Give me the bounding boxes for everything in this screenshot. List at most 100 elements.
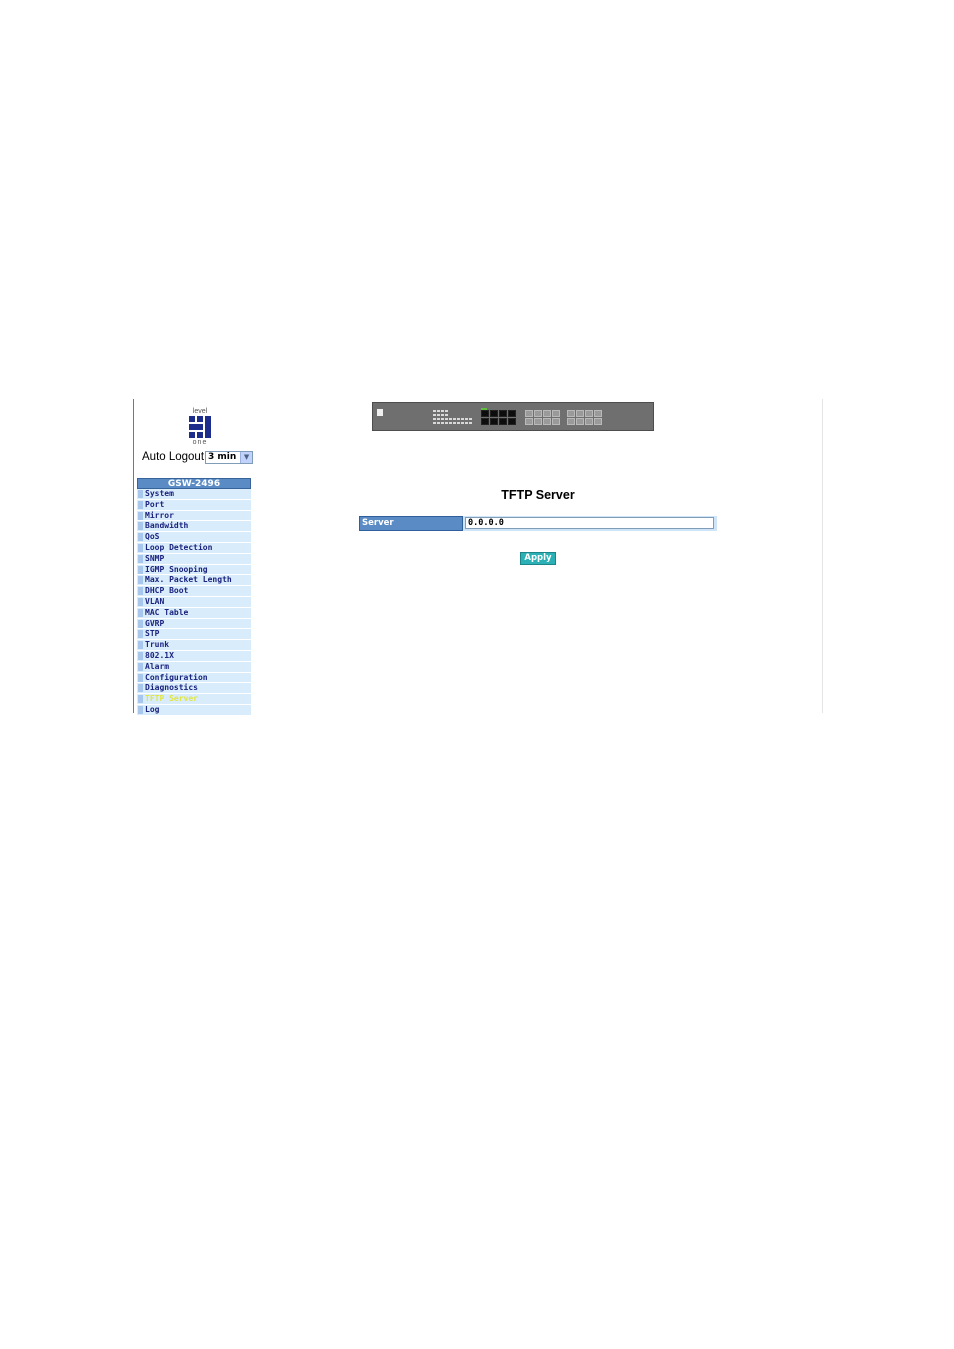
sidebar-item-max-packet-length[interactable]: Max. Packet Length: [137, 575, 251, 587]
port-icon: [508, 410, 516, 417]
server-row: Server 0.0.0.0: [359, 516, 717, 531]
frame-right-border: [822, 399, 823, 713]
menu-bullet-icon: [138, 608, 143, 617]
server-label: Server: [359, 516, 463, 531]
sidebar-item-label: QoS: [145, 532, 160, 542]
menu-bullet-icon: [138, 662, 143, 671]
chevron-down-icon[interactable]: ▼: [240, 451, 253, 463]
server-cell: 0.0.0.0: [463, 516, 717, 531]
device-logo-icon: [377, 409, 383, 416]
sidebar-item-label: Diagnostics: [145, 683, 198, 693]
sidebar-item-label: Port: [145, 499, 165, 509]
sidebar-item-alarm[interactable]: Alarm: [137, 661, 251, 673]
port-icon: [534, 418, 542, 425]
port-icon: [481, 418, 489, 425]
port-icon: [543, 410, 551, 417]
sidebar-menu: GSW-2496 System Port Mirror Bandwidth QoS Loo…: [137, 478, 251, 716]
menu-bullet-icon: [138, 554, 143, 563]
sidebar-item-mac-table[interactable]: MAC Table: [137, 607, 251, 619]
port-icon: [490, 418, 498, 425]
port-icon: [534, 410, 542, 417]
auto-logout: Auto Logout 3 min ▼: [142, 450, 254, 464]
port-icon: [481, 410, 489, 417]
menu-bullet-icon: [138, 511, 143, 520]
menu-bullet-icon: [138, 490, 143, 498]
sidebar-item-label: SNMP: [145, 553, 165, 563]
menu-bullet-icon: [138, 565, 143, 574]
sidebar-item-label: Bandwidth: [145, 521, 189, 531]
port-icon: [525, 418, 533, 425]
sidebar-item-port[interactable]: Port: [137, 499, 251, 511]
port-icon: [594, 418, 602, 425]
port-icon: [567, 418, 575, 425]
port-icon: [585, 410, 593, 417]
sidebar-item-bandwidth[interactable]: Bandwidth: [137, 521, 251, 533]
menu-header: GSW-2496: [137, 478, 251, 489]
sidebar-item-configuration[interactable]: Configuration: [137, 672, 251, 684]
server-input[interactable]: 0.0.0.0: [465, 517, 714, 529]
levelone-logo: level one: [186, 408, 214, 446]
port-icon: [552, 410, 560, 417]
logo-bottom-text: one: [192, 439, 208, 446]
port-icon: [594, 410, 602, 417]
menu-bullet-icon: [138, 641, 143, 650]
sidebar-item-label: Mirror: [145, 510, 174, 520]
menu-bullet-icon: [138, 705, 143, 714]
sidebar-item-label: MAC Table: [145, 607, 189, 617]
menu-items: System Port Mirror Bandwidth QoS Loop Detecti…: [137, 489, 251, 716]
menu-bullet-icon: [138, 630, 143, 639]
sidebar-item-label: TFTP Server: [145, 694, 198, 704]
sidebar-item-diagnostics[interactable]: Diagnostics: [137, 683, 251, 695]
sidebar-item-igmp-snooping[interactable]: IGMP Snooping: [137, 564, 251, 576]
sidebar-item-label: Alarm: [145, 661, 170, 671]
menu-bullet-icon: [138, 543, 143, 552]
sidebar-item-802-1x[interactable]: 802.1X: [137, 650, 251, 662]
sidebar-item-loop-detection[interactable]: Loop Detection: [137, 542, 251, 554]
sidebar-item-label: GVRP: [145, 618, 165, 628]
sidebar-item-qos[interactable]: QoS: [137, 532, 251, 543]
sidebar-item-vlan[interactable]: VLAN: [137, 596, 251, 608]
auto-logout-select[interactable]: 3 min ▼: [205, 450, 254, 464]
sidebar-item-tftp-server[interactable]: TFTP Server: [137, 694, 251, 705]
sidebar-item-label: VLAN: [145, 596, 165, 606]
sidebar-item-label: Max. Packet Length: [145, 575, 232, 585]
port-icon: [490, 410, 498, 417]
sidebar-item-label: Configuration: [145, 672, 208, 682]
menu-bullet-icon: [138, 684, 143, 693]
sidebar-item-mirror[interactable]: Mirror: [137, 510, 251, 522]
web-ui-frame: level one Auto Logout 3 min ▼ GSW-2496 S…: [133, 399, 823, 716]
sidebar-item-label: STP: [145, 629, 160, 639]
port-icon: [576, 410, 584, 417]
sidebar-item-label: Trunk: [145, 640, 170, 650]
sidebar-item-trunk[interactable]: Trunk: [137, 640, 251, 651]
menu-bullet-icon: [138, 576, 143, 585]
sidebar-item-snmp[interactable]: SNMP: [137, 553, 251, 565]
port-icon: [567, 410, 575, 417]
menu-bullet-icon: [138, 522, 143, 531]
sidebar-item-system[interactable]: System: [137, 489, 251, 500]
menu-bullet-icon: [138, 651, 143, 660]
port-icon: [499, 410, 507, 417]
port-icon: [508, 418, 516, 425]
port-icon: [525, 410, 533, 417]
menu-bullet-icon: [138, 597, 143, 606]
sidebar-item-label: IGMP Snooping: [145, 564, 208, 574]
sidebar-item-label: Loop Detection: [145, 542, 213, 552]
sidebar-item-label: DHCP Boot: [145, 586, 189, 596]
port-icon: [543, 418, 551, 425]
sidebar-item-dhcp-boot[interactable]: DHCP Boot: [137, 586, 251, 597]
port-icon: [576, 418, 584, 425]
port-icon: [585, 418, 593, 425]
menu-bullet-icon: [138, 619, 143, 628]
menu-bullet-icon: [138, 695, 143, 704]
apply-button[interactable]: Apply: [520, 552, 556, 565]
sidebar-item-gvrp[interactable]: GVRP: [137, 618, 251, 630]
auto-logout-label: Auto Logout: [142, 451, 205, 463]
menu-bullet-icon: [138, 673, 143, 682]
sidebar-item-stp[interactable]: STP: [137, 629, 251, 641]
logo-icon: [189, 416, 211, 438]
sidebar-item-label: Log: [145, 704, 160, 714]
sidebar-item-log[interactable]: Log: [137, 704, 251, 716]
switch-front-panel-image: [372, 402, 654, 431]
menu-bullet-icon: [138, 500, 143, 509]
